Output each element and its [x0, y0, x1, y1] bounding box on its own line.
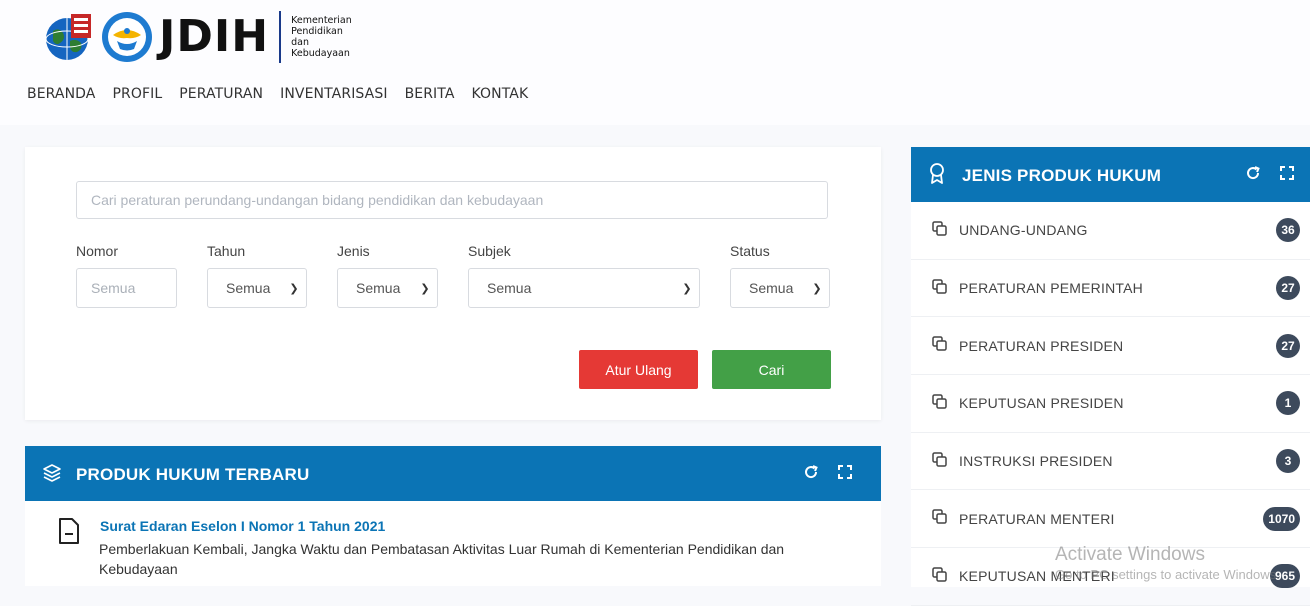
- logo-jdih-text: JDIH: [159, 11, 270, 62]
- layers-icon: [43, 464, 61, 482]
- fullscreen-icon[interactable]: [1279, 165, 1295, 181]
- jdih-globe-logo-icon: [45, 14, 91, 60]
- tahun-value: Semua: [226, 280, 271, 296]
- nav-berita[interactable]: BERITA: [405, 86, 455, 102]
- status-value: Semua: [749, 280, 794, 296]
- produk-hukum-card: PRODUK HUKUM TERBARU Surat Edaran Eselon…: [25, 446, 881, 586]
- tahun-label: Tahun: [207, 243, 246, 259]
- copy-icon: [932, 221, 947, 236]
- ministry-name: Kementerian Pendidikan dan Kebudayaan: [291, 15, 352, 59]
- card-tools: [1245, 165, 1295, 181]
- tut-wuri-handayani-logo-icon: [102, 12, 152, 62]
- refresh-icon[interactable]: [803, 464, 819, 480]
- jenis-item-peraturan-presiden[interactable]: PERATURAN PRESIDEN 27: [911, 317, 1310, 376]
- ministry-line: dan: [291, 37, 309, 48]
- chevron-down-icon: ❯: [682, 282, 692, 295]
- count-badge: 1: [1276, 391, 1300, 416]
- copy-icon: [932, 394, 947, 409]
- status-select[interactable]: Semua ❯: [730, 268, 830, 308]
- nomor-input[interactable]: Semua: [76, 268, 177, 308]
- jenis-item-label: KEPUTUSAN MENTERI: [959, 568, 1115, 585]
- ministry-line: Pendidikan: [291, 26, 343, 37]
- jenis-item-label: PERATURAN MENTERI: [959, 510, 1115, 527]
- subjek-label: Subjek: [468, 243, 511, 259]
- ministry-line: Kebudayaan: [291, 48, 350, 59]
- jenis-item-label: INSTRUKSI PRESIDEN: [959, 453, 1113, 470]
- copy-icon: [932, 509, 947, 525]
- jenis-item-undang-undang[interactable]: UNDANG-UNDANG 36: [911, 202, 1310, 260]
- chevron-down-icon: ❯: [420, 282, 430, 295]
- jenis-item-peraturan-pemerintah[interactable]: PERATURAN PEMERINTAH 27: [911, 260, 1310, 318]
- nomor-label: Nomor: [76, 243, 119, 259]
- jenis-produk-card: JENIS PRODUK HUKUM UNDANG-UNDANG 36 PERA…: [911, 147, 1310, 606]
- document-title-link[interactable]: Surat Edaran Eselon I Nomor 1 Tahun 2021: [100, 518, 385, 534]
- copy-icon: [932, 452, 947, 467]
- jenis-list: UNDANG-UNDANG 36 PERATURAN PEMERINTAH 27…: [911, 202, 1310, 606]
- nav-profil[interactable]: PROFIL: [112, 86, 162, 102]
- fullscreen-icon[interactable]: [837, 464, 853, 480]
- document-icon: [59, 518, 79, 544]
- nav-peraturan[interactable]: PERATURAN: [179, 86, 263, 102]
- jenis-item-label: PERATURAN PRESIDEN: [959, 337, 1124, 354]
- chevron-down-icon: ❯: [289, 282, 299, 295]
- produk-card-title: PRODUK HUKUM TERBARU: [76, 465, 310, 484]
- logo-divider: [279, 11, 282, 63]
- nav-beranda[interactable]: BERANDA: [27, 86, 95, 102]
- jenis-select[interactable]: Semua ❯: [337, 268, 438, 308]
- count-badge: 36: [1276, 218, 1300, 243]
- tahun-select[interactable]: Semua ❯: [207, 268, 307, 308]
- count-badge: 965: [1269, 564, 1300, 589]
- jenis-item-keputusan-menteri[interactable]: KEPUTUSAN MENTERI 965: [911, 548, 1310, 606]
- site-header: JDIH Kementerian Pendidikan dan Kebudaya…: [0, 0, 1310, 125]
- copy-icon: [932, 278, 947, 294]
- site-logo[interactable]: JDIH Kementerian Pendidikan dan Kebudaya…: [43, 10, 352, 64]
- jenis-item-label: UNDANG-UNDANG: [959, 222, 1088, 239]
- nav-kontak[interactable]: KONTAK: [472, 86, 529, 102]
- jenis-item-keputusan-presiden[interactable]: KEPUTUSAN PRESIDEN 1: [911, 375, 1310, 433]
- reset-button[interactable]: Atur Ulang: [579, 350, 698, 389]
- card-tools: [803, 464, 853, 480]
- jenis-item-instruksi-presiden[interactable]: INSTRUKSI PRESIDEN 3: [911, 433, 1310, 491]
- jenis-item-peraturan-menteri[interactable]: PERATURAN MENTERI 1070: [911, 490, 1310, 549]
- search-button[interactable]: Cari: [712, 350, 831, 389]
- subjek-value: Semua: [487, 280, 532, 296]
- search-input[interactable]: [76, 181, 828, 219]
- jenis-card-header: JENIS PRODUK HUKUM: [911, 147, 1310, 202]
- chevron-down-icon: ❯: [812, 282, 822, 295]
- search-card: Nomor Semua Tahun Semua ❯ Jenis Semua ❯ …: [25, 147, 881, 420]
- count-badge: 27: [1276, 333, 1300, 358]
- jenis-value: Semua: [356, 280, 401, 296]
- count-badge: 3: [1276, 449, 1300, 474]
- count-badge: 27: [1276, 276, 1300, 301]
- produk-card-header: PRODUK HUKUM TERBARU: [25, 446, 881, 501]
- status-label: Status: [730, 243, 770, 259]
- jenis-card-title: JENIS PRODUK HUKUM: [962, 166, 1162, 185]
- ministry-line: Kementerian: [291, 15, 352, 26]
- award-icon: [930, 163, 944, 184]
- main-nav: BERANDA PROFIL PERATURAN INVENTARISASI B…: [27, 86, 545, 102]
- count-badge: 1070: [1263, 506, 1300, 531]
- jenis-item-label: PERATURAN PEMERINTAH: [959, 280, 1143, 297]
- document-description: Pemberlakuan Kembali, Jangka Waktu dan P…: [99, 541, 785, 577]
- nav-inventarisasi[interactable]: INVENTARISASI: [280, 86, 387, 102]
- refresh-icon[interactable]: [1245, 165, 1261, 181]
- copy-icon: [932, 567, 947, 582]
- subjek-select[interactable]: Semua ❯: [468, 268, 700, 308]
- copy-icon: [932, 336, 947, 352]
- jenis-item-label: KEPUTUSAN PRESIDEN: [959, 395, 1124, 412]
- jenis-label: Jenis: [337, 243, 370, 259]
- nomor-placeholder: Semua: [91, 280, 136, 296]
